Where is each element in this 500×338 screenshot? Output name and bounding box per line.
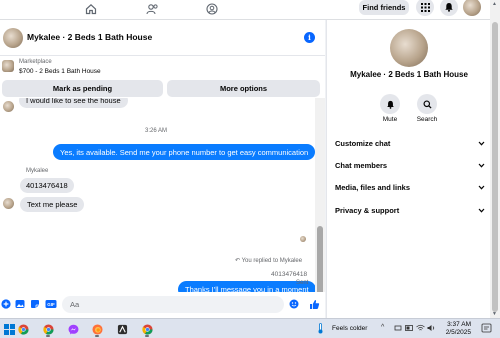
search-label: Search — [416, 116, 438, 123]
messenger-icon[interactable] — [66, 322, 80, 336]
top-navigation-bar: Find friends — [0, 0, 500, 20]
firefox-icon[interactable] — [90, 322, 104, 336]
message-list: I would like to see the house 3:26 AM Ye… — [0, 98, 315, 292]
chat-avatar[interactable] — [3, 28, 23, 48]
bell-icon — [386, 100, 394, 109]
gif-icon[interactable]: GIF — [45, 298, 57, 310]
chat-scrollbar[interactable] — [315, 98, 325, 302]
quoted-message: 4013476418 — [271, 271, 308, 278]
seen-avatar — [300, 236, 306, 242]
chevron-down-icon — [478, 161, 485, 170]
message-timestamp: 3:26 AM — [145, 128, 168, 134]
message-status: Sent — [296, 280, 309, 286]
customize-chat-item[interactable]: Customize chat — [335, 136, 485, 150]
privacy-support-label: Privacy & support — [335, 205, 400, 215]
usb-icon[interactable] — [394, 324, 402, 334]
mute-button[interactable] — [380, 94, 400, 114]
like-icon[interactable] — [308, 298, 320, 310]
message-outgoing[interactable]: Thanks I'll message you in a moment — [178, 281, 315, 292]
page-scrollbar-thumb[interactable] — [492, 22, 498, 312]
svg-text:GIF: GIF — [47, 302, 55, 307]
marketplace-listing[interactable]: Marketplace $700 - 2 Beds 1 Bath House — [0, 57, 325, 79]
chrome-profile-icon[interactable] — [140, 322, 154, 336]
battery-icon[interactable] — [405, 324, 414, 334]
apps-grid-icon[interactable] — [416, 0, 434, 16]
reply-indicator: ↶ You replied to Mykalee — [235, 257, 302, 264]
search-icon — [422, 99, 432, 109]
more-options-button[interactable]: More options — [167, 80, 320, 97]
chevron-up-icon[interactable]: ^ — [381, 324, 384, 331]
thermometer-icon[interactable] — [317, 323, 324, 336]
emoji-icon[interactable] — [288, 298, 300, 310]
clock-date[interactable]: 2/5/2025 — [443, 329, 471, 336]
find-friends-button[interactable]: Find friends — [359, 0, 409, 15]
clock-time[interactable]: 3:37 AM — [443, 321, 471, 328]
taskbar-active-indicator — [145, 335, 149, 337]
sender-avatar — [3, 198, 14, 209]
sender-avatar — [3, 101, 14, 112]
chat-panel: Mykalee · 2 Beds 1 Bath House i Marketpl… — [0, 20, 325, 318]
chevron-down-icon — [478, 139, 485, 148]
privacy-support-item[interactable]: Privacy & support — [335, 203, 485, 217]
sender-name: Mykalee — [26, 168, 49, 174]
chat-title[interactable]: Mykalee · 2 Beds 1 Bath House — [27, 32, 152, 42]
friends-icon[interactable] — [143, 1, 161, 17]
app-icon[interactable] — [115, 322, 129, 336]
bell-icon[interactable] — [440, 0, 458, 16]
page-scrollbar[interactable]: ▲ ▼ — [490, 0, 500, 318]
message-incoming[interactable]: 4013476418 — [20, 178, 74, 193]
chat-header: Mykalee · 2 Beds 1 Bath House i — [0, 20, 325, 56]
windows-taskbar: Feels colder ^ 3:37 AM 2/5/2025 — [0, 318, 500, 338]
taskbar-active-indicator — [46, 335, 50, 337]
media-files-links-item[interactable]: Media, files and links — [335, 180, 485, 194]
message-incoming[interactable]: Text me please — [20, 197, 85, 212]
message-composer: GIF — [0, 292, 325, 318]
notification-center-icon[interactable] — [481, 323, 492, 336]
chat-members-label: Chat members — [335, 160, 388, 170]
chevron-down-icon — [478, 183, 485, 192]
listing-title: $700 - 2 Beds 1 Bath House — [19, 68, 101, 75]
profile-avatar[interactable] — [463, 0, 481, 16]
wifi-icon[interactable] — [416, 324, 425, 334]
listing-thumbnail — [2, 60, 14, 72]
chevron-down-icon — [478, 206, 485, 215]
scroll-up-icon[interactable]: ▲ — [492, 1, 497, 7]
chrome-profile-icon[interactable] — [41, 322, 55, 336]
reply-arrow-icon: ↶ — [235, 258, 242, 264]
mute-label: Mute — [382, 116, 398, 123]
groups-icon[interactable] — [203, 1, 221, 17]
windows-start-icon[interactable] — [2, 322, 16, 336]
message-incoming[interactable]: I would like to see the house — [19, 98, 128, 108]
chat-info-panel: Mykalee · 2 Beds 1 Bath House Mute Searc… — [326, 20, 490, 318]
chat-members-item[interactable]: Chat members — [335, 158, 485, 172]
marketplace-label: Marketplace — [19, 59, 52, 65]
message-input[interactable] — [62, 296, 284, 313]
chat-scrollbar-thumb[interactable] — [317, 226, 323, 300]
image-icon[interactable] — [14, 298, 26, 310]
reply-note: You replied to Mykalee — [241, 258, 303, 264]
mark-as-pending-button[interactable]: Mark as pending — [2, 80, 163, 97]
taskbar-active-indicator — [95, 335, 99, 337]
home-icon[interactable] — [82, 1, 100, 17]
chrome-icon[interactable] — [16, 322, 30, 336]
info-icon[interactable]: i — [304, 32, 315, 43]
sticker-icon[interactable] — [29, 298, 41, 310]
scroll-down-icon[interactable]: ▼ — [492, 311, 497, 317]
message-outgoing[interactable]: Yes, its available. Send me your phone n… — [53, 144, 315, 160]
search-button[interactable] — [417, 94, 437, 114]
info-name: Mykalee · 2 Beds 1 Bath House — [350, 70, 468, 79]
info-avatar[interactable] — [390, 29, 428, 67]
customize-chat-label: Customize chat — [335, 138, 391, 148]
weather-text[interactable]: Feels colder — [332, 325, 367, 332]
media-files-links-label: Media, files and links — [335, 182, 411, 192]
plus-icon[interactable] — [0, 298, 12, 310]
volume-icon[interactable] — [427, 324, 436, 334]
